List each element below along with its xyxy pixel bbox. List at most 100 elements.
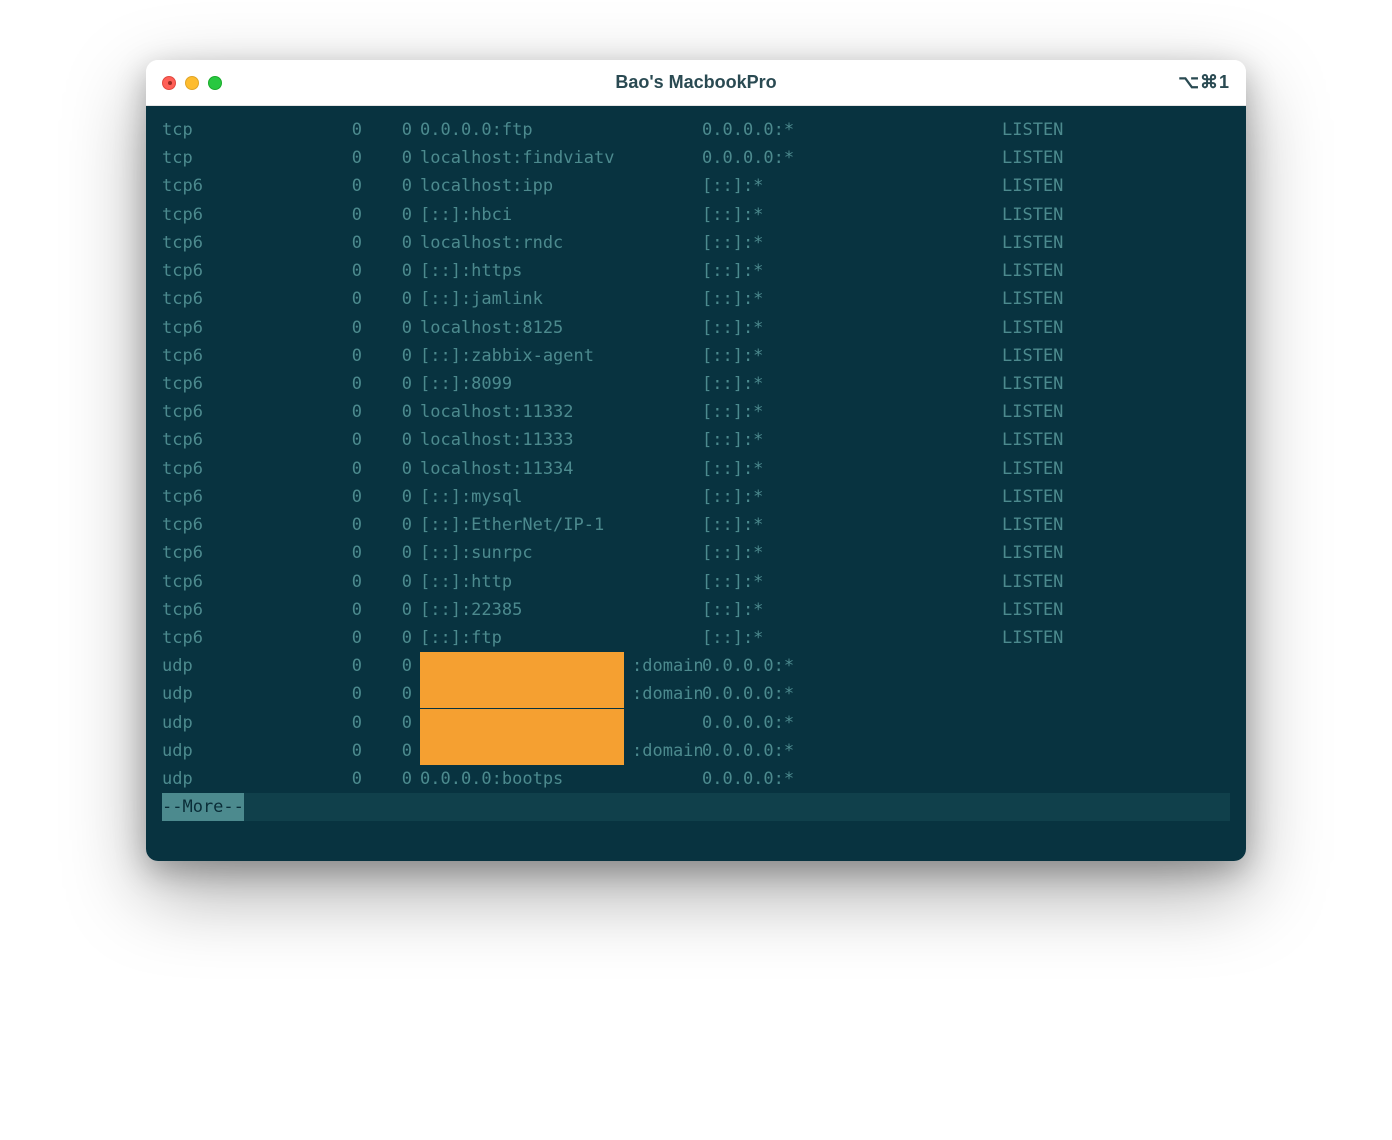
sendq-cell: 0 <box>392 596 412 624</box>
state-cell: LISTEN <box>1002 511 1230 539</box>
proto-cell: tcp6 <box>162 624 292 652</box>
recvq-cell: 0 <box>292 314 392 342</box>
state-cell: LISTEN <box>1002 342 1230 370</box>
foreign-addr-cell: [::]:* <box>702 398 1002 426</box>
local-addr-cell: localhost:rndc <box>412 229 702 257</box>
local-addr-cell: localhost:11334 <box>412 455 702 483</box>
close-button[interactable] <box>162 76 176 90</box>
sendq-cell: 0 <box>392 624 412 652</box>
proto-cell: tcp6 <box>162 426 292 454</box>
state-cell: LISTEN <box>1002 398 1230 426</box>
sendq-cell: 0 <box>392 765 412 793</box>
sendq-cell: 0 <box>392 426 412 454</box>
netstat-row: tcp600[::]:jamlink[::]:*LISTEN <box>162 285 1230 313</box>
local-addr-cell: [::]:22385 <box>412 596 702 624</box>
proto-cell: tcp6 <box>162 257 292 285</box>
sendq-cell: 0 <box>392 201 412 229</box>
state-cell: LISTEN <box>1002 426 1230 454</box>
foreign-addr-cell: 0.0.0.0:* <box>702 116 1002 144</box>
recvq-cell: 0 <box>292 172 392 200</box>
local-addr-cell: [::]:zabbix-agent <box>412 342 702 370</box>
netstat-row: tcp600[::]:http[::]:*LISTEN <box>162 568 1230 596</box>
sendq-cell: 0 <box>392 539 412 567</box>
foreign-addr-cell: [::]:* <box>702 172 1002 200</box>
proto-cell: tcp6 <box>162 539 292 567</box>
sendq-cell: 0 <box>392 455 412 483</box>
netstat-row: tcp600[::]:mysql[::]:*LISTEN <box>162 483 1230 511</box>
state-cell: LISTEN <box>1002 314 1230 342</box>
state-cell: LISTEN <box>1002 370 1230 398</box>
netstat-row: tcp600[::]:https[::]:*LISTEN <box>162 257 1230 285</box>
more-prompt[interactable]: --More-- <box>162 793 244 821</box>
state-cell: LISTEN <box>1002 229 1230 257</box>
foreign-addr-cell: [::]:* <box>702 483 1002 511</box>
recvq-cell: 0 <box>292 342 392 370</box>
proto-cell: tcp6 <box>162 568 292 596</box>
window-title: Bao's MacbookPro <box>615 72 776 93</box>
netstat-row: udp00:domain0.0.0.0:* <box>162 652 1230 680</box>
local-addr-cell <box>412 709 702 737</box>
foreign-addr-cell: 0.0.0.0:* <box>702 765 1002 793</box>
local-addr-suffix: :domain <box>420 741 704 761</box>
state-cell: LISTEN <box>1002 172 1230 200</box>
maximize-button[interactable] <box>208 76 222 90</box>
recvq-cell: 0 <box>292 680 392 708</box>
terminal-body[interactable]: tcp000.0.0.0:ftp0.0.0.0:*LISTENtcp00loca… <box>146 106 1246 861</box>
state-cell: LISTEN <box>1002 568 1230 596</box>
local-addr-cell: [::]:jamlink <box>412 285 702 313</box>
recvq-cell: 0 <box>292 426 392 454</box>
sendq-cell: 0 <box>392 737 412 765</box>
local-addr-cell: [::]:ftp <box>412 624 702 652</box>
proto-cell: tcp <box>162 144 292 172</box>
proto-cell: tcp6 <box>162 398 292 426</box>
recvq-cell: 0 <box>292 398 392 426</box>
recvq-cell: 0 <box>292 116 392 144</box>
sendq-cell: 0 <box>392 342 412 370</box>
sendq-cell: 0 <box>392 116 412 144</box>
proto-cell: tcp <box>162 116 292 144</box>
foreign-addr-cell: [::]:* <box>702 229 1002 257</box>
sendq-cell: 0 <box>392 709 412 737</box>
foreign-addr-cell: [::]:* <box>702 314 1002 342</box>
proto-cell: tcp6 <box>162 342 292 370</box>
more-prompt-row[interactable]: --More-- <box>162 793 1230 821</box>
state-cell: LISTEN <box>1002 144 1230 172</box>
state-cell: LISTEN <box>1002 455 1230 483</box>
proto-cell: tcp6 <box>162 172 292 200</box>
recvq-cell: 0 <box>292 455 392 483</box>
recvq-cell: 0 <box>292 568 392 596</box>
netstat-row: tcp600localhost:11334[::]:*LISTEN <box>162 455 1230 483</box>
minimize-button[interactable] <box>185 76 199 90</box>
netstat-row: udp000.0.0.0:bootps0.0.0.0:* <box>162 765 1230 793</box>
sendq-cell: 0 <box>392 257 412 285</box>
local-addr-cell: [::]:hbci <box>412 201 702 229</box>
foreign-addr-cell: [::]:* <box>702 257 1002 285</box>
local-addr-cell: localhost:ipp <box>412 172 702 200</box>
foreign-addr-cell: [::]:* <box>702 511 1002 539</box>
recvq-cell: 0 <box>292 596 392 624</box>
netstat-row: tcp600localhost:11332[::]:*LISTEN <box>162 398 1230 426</box>
proto-cell: tcp6 <box>162 285 292 313</box>
recvq-cell: 0 <box>292 539 392 567</box>
proto-cell: tcp6 <box>162 201 292 229</box>
local-addr-suffix <box>420 713 632 733</box>
netstat-row: tcp00localhost:findviatv0.0.0.0:*LISTEN <box>162 144 1230 172</box>
foreign-addr-cell: 0.0.0.0:* <box>702 144 1002 172</box>
netstat-row: tcp600[::]:EtherNet/IP-1[::]:*LISTEN <box>162 511 1230 539</box>
netstat-row: tcp600[::]:8099[::]:*LISTEN <box>162 370 1230 398</box>
recvq-cell: 0 <box>292 652 392 680</box>
proto-cell: udp <box>162 652 292 680</box>
foreign-addr-cell: [::]:* <box>702 596 1002 624</box>
state-cell: LISTEN <box>1002 285 1230 313</box>
sendq-cell: 0 <box>392 680 412 708</box>
sendq-cell: 0 <box>392 172 412 200</box>
proto-cell: tcp6 <box>162 370 292 398</box>
local-addr-cell: [::]:8099 <box>412 370 702 398</box>
local-addr-cell: :domain <box>412 737 702 765</box>
netstat-row: tcp600[::]:hbci[::]:*LISTEN <box>162 201 1230 229</box>
netstat-row: tcp600[::]:22385[::]:*LISTEN <box>162 596 1230 624</box>
sendq-cell: 0 <box>392 314 412 342</box>
more-prompt-bar <box>244 793 1230 821</box>
foreign-addr-cell: [::]:* <box>702 624 1002 652</box>
local-addr-cell: 0.0.0.0:bootps <box>412 765 702 793</box>
